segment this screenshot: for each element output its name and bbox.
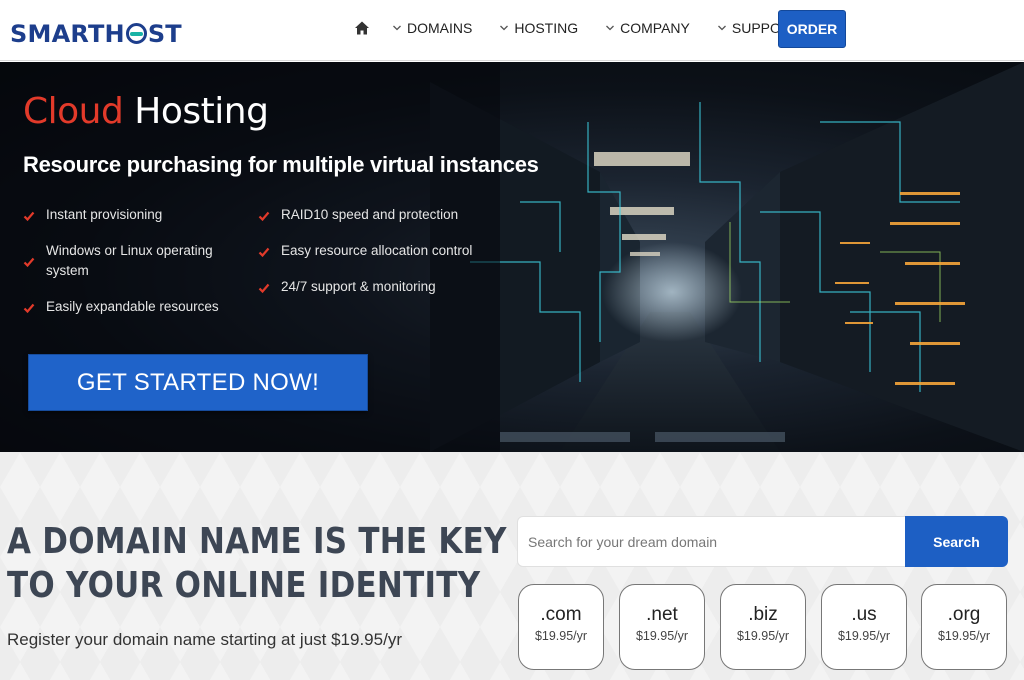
logo-text-tail: ST [147, 20, 182, 48]
nav-domains[interactable]: DOMAINS [392, 20, 472, 36]
checkmark-icon [23, 303, 35, 314]
domain-description: Register your domain name starting at ju… [7, 630, 402, 649]
checkmark-icon [23, 211, 35, 222]
checkmark-icon [258, 247, 270, 258]
tld-extension: .us [851, 604, 877, 625]
tld-card-net[interactable]: .net $19.95/yr [619, 584, 705, 670]
domain-headline: A DOMAIN NAME IS THE KEY TO YOUR ONLINE … [7, 520, 507, 608]
feature-item: Easily expandable resources [23, 297, 243, 317]
chevron-down-icon [717, 25, 726, 31]
checkmark-icon [23, 257, 35, 268]
feature-label: 24/7 support & monitoring [281, 279, 436, 294]
tld-extension: .net [646, 604, 678, 625]
logo[interactable]: SMARTH ST [10, 19, 182, 49]
chevron-down-icon [500, 25, 509, 31]
domain-headline-line: A DOMAIN NAME IS THE KEY [7, 521, 507, 562]
hero-title-accent: Cloud [23, 91, 124, 132]
main-nav: DOMAINS HOSTING COMPANY SUPPORT [354, 16, 826, 40]
checkmark-icon [258, 283, 270, 294]
domain-search-section: A DOMAIN NAME IS THE KEY TO YOUR ONLINE … [0, 452, 1024, 680]
nav-label: COMPANY [620, 20, 690, 36]
feature-label: Windows or Linux operating system [46, 243, 213, 278]
domain-search-input[interactable]: Search for your dream domain [517, 516, 907, 567]
site-header: SMARTH ST DOMAINS HOSTING COMPANY SUPPORT… [0, 0, 1024, 61]
tld-price: $19.95/yr [534, 629, 588, 643]
tld-card-us[interactable]: .us $19.95/yr [821, 584, 907, 670]
tld-price: $19.95/yr [635, 629, 689, 643]
domain-headline-line: TO YOUR ONLINE IDENTITY [7, 565, 481, 606]
feature-item: RAID10 speed and protection [258, 205, 498, 225]
chevron-down-icon [606, 25, 615, 31]
home-icon[interactable] [354, 20, 370, 36]
hero-subtitle: Resource purchasing for multiple virtual… [23, 152, 539, 177]
feature-label: Instant provisioning [46, 207, 163, 222]
checkmark-icon [258, 211, 270, 222]
tld-price: $19.95/yr [837, 629, 891, 643]
tld-extension: .com [540, 604, 582, 625]
feature-item: 24/7 support & monitoring [258, 277, 498, 297]
hero-title-rest: Hosting [134, 91, 269, 132]
nav-hosting[interactable]: HOSTING [499, 20, 578, 36]
search-button[interactable]: Search [905, 516, 1008, 567]
tld-extension: .org [947, 604, 981, 625]
hero-banner: Cloud Hosting Resource purchasing for mu… [0, 62, 1024, 452]
tld-card-biz[interactable]: .biz $19.95/yr [720, 584, 806, 670]
tld-card-com[interactable]: .com $19.95/yr [518, 584, 604, 670]
feature-label: RAID10 speed and protection [281, 207, 459, 222]
feature-item: Easy resource allocation control [258, 241, 498, 261]
tld-price: $19.95/yr [937, 629, 991, 643]
feature-label: Easily expandable resources [46, 299, 219, 314]
tld-extension: .biz [748, 604, 778, 625]
order-button[interactable]: ORDER [778, 10, 846, 48]
nav-label: HOSTING [514, 20, 579, 36]
tld-price: $19.95/yr [736, 629, 790, 643]
logo-o-icon [125, 23, 147, 44]
feature-label: Easy resource allocation control [281, 243, 473, 258]
feature-item: Windows or Linux operating system [23, 241, 228, 281]
chevron-down-icon [393, 25, 401, 31]
logo-text: SMARTH [10, 20, 125, 48]
tld-card-org[interactable]: .org $19.95/yr [921, 584, 1007, 670]
hero-title: Cloud Hosting [23, 91, 269, 132]
nav-company[interactable]: COMPANY [605, 20, 690, 36]
feature-item: Instant provisioning [23, 205, 223, 225]
nav-label: DOMAINS [407, 20, 473, 36]
get-started-button[interactable]: GET STARTED NOW! [28, 354, 368, 411]
